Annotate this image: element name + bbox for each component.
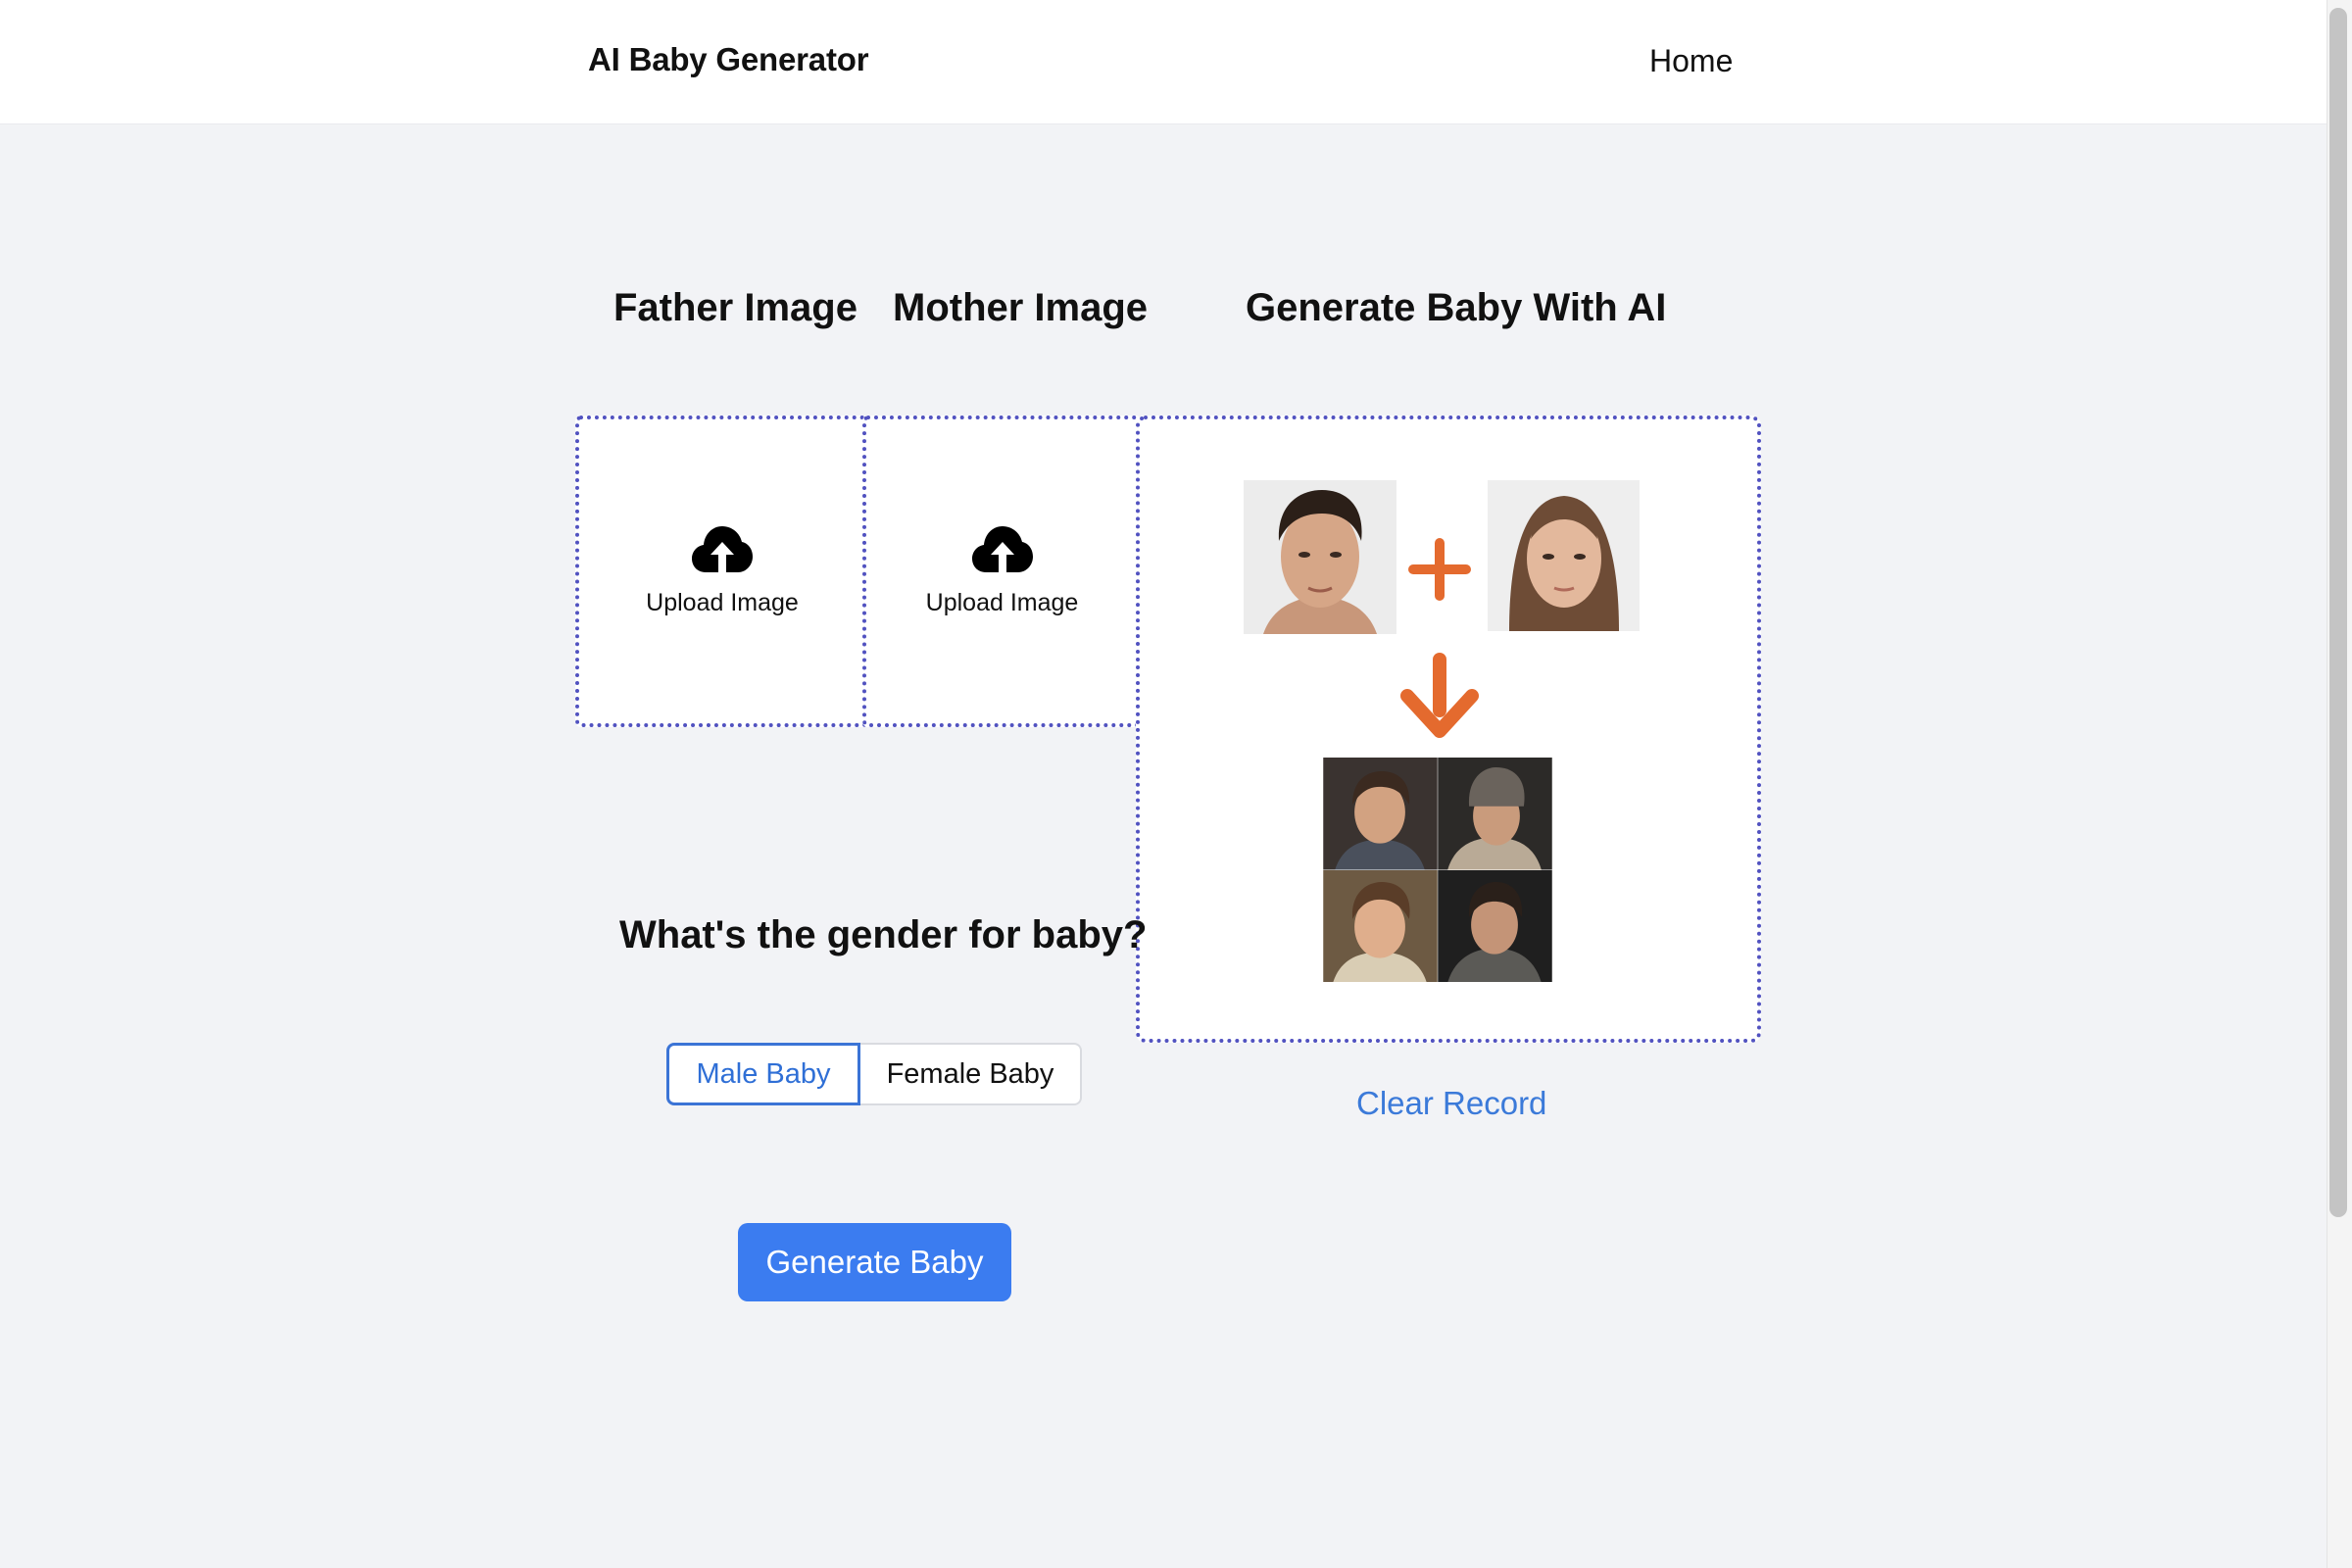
cloud-upload-icon xyxy=(692,525,753,579)
father-upload-box[interactable]: Upload Image xyxy=(575,416,869,727)
gender-toggle: Male Baby Female Baby xyxy=(666,1043,1082,1105)
baby-result-photo xyxy=(1323,869,1438,982)
mother-upload-box[interactable]: Upload Image xyxy=(862,416,1142,727)
clear-record-link[interactable]: Clear Record xyxy=(1356,1085,1546,1122)
male-baby-button[interactable]: Male Baby xyxy=(666,1043,860,1105)
generate-baby-button[interactable]: Generate Baby xyxy=(738,1223,1011,1301)
scrollbar-thumb[interactable] xyxy=(2329,8,2347,1217)
father-upload-label: Upload Image xyxy=(646,589,799,616)
father-example-photo xyxy=(1244,480,1396,634)
mother-example-photo xyxy=(1488,480,1640,631)
baby-result-photo xyxy=(1438,758,1552,870)
baby-results-grid xyxy=(1323,758,1552,982)
baby-result-photo xyxy=(1323,758,1438,870)
generate-baby-title: Generate Baby With AI xyxy=(1246,286,1667,329)
mother-upload-label: Upload Image xyxy=(925,589,1079,616)
cloud-upload-icon xyxy=(971,525,1033,579)
nav-home-link[interactable]: Home xyxy=(1649,43,1733,79)
female-baby-button[interactable]: Female Baby xyxy=(860,1043,1082,1105)
brand-title[interactable]: AI Baby Generator xyxy=(588,41,869,78)
gender-question: What's the gender for baby? xyxy=(619,913,1148,956)
father-image-title: Father Image xyxy=(613,286,858,329)
plus-icon xyxy=(1404,534,1475,605)
top-navbar: AI Baby Generator Home xyxy=(0,0,2327,124)
arrow-down-icon xyxy=(1399,649,1480,739)
baby-result-photo xyxy=(1438,869,1552,982)
mother-image-title: Mother Image xyxy=(893,286,1149,329)
